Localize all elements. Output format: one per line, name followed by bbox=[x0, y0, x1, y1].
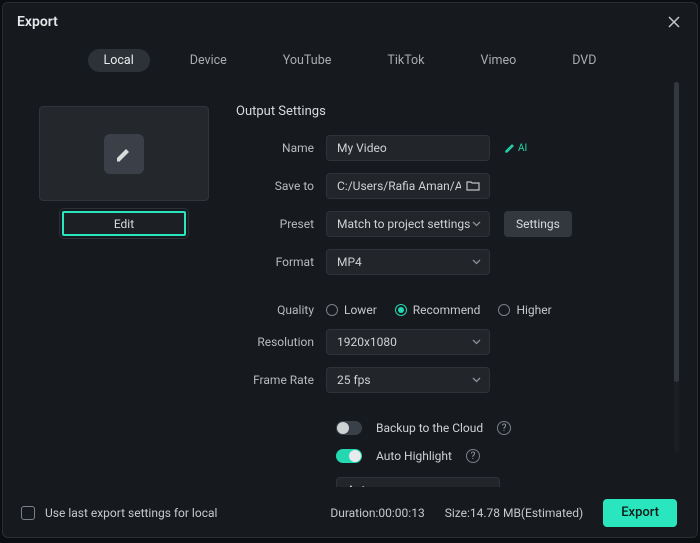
quality-label: Quality bbox=[236, 303, 326, 317]
framerate-label: Frame Rate bbox=[236, 373, 326, 387]
export-dialog: Export Local Device YouTube TikTok Vimeo… bbox=[2, 2, 698, 538]
ai-label: AI bbox=[518, 143, 527, 154]
saveto-label: Save to bbox=[236, 179, 326, 193]
left-panel: Edit bbox=[21, 82, 226, 487]
quality-lower-radio[interactable]: Lower bbox=[326, 303, 377, 317]
format-select[interactable]: MP4 bbox=[326, 249, 490, 275]
format-row: Format MP4 bbox=[236, 249, 671, 275]
format-value: MP4 bbox=[337, 255, 362, 269]
video-thumbnail[interactable] bbox=[39, 106, 209, 201]
tab-tiktok[interactable]: TikTok bbox=[371, 49, 440, 72]
quality-higher-label: Higher bbox=[516, 303, 551, 317]
quality-lower-label: Lower bbox=[344, 303, 377, 317]
preset-settings-button[interactable]: Settings bbox=[504, 211, 572, 237]
chevron-down-icon bbox=[472, 221, 481, 227]
chevron-down-icon bbox=[472, 339, 481, 345]
quality-recommend-radio[interactable]: Recommend bbox=[395, 303, 481, 317]
saveto-row: Save to C:/Users/Rafia Aman/AppData bbox=[236, 173, 671, 199]
radio-icon bbox=[326, 304, 338, 316]
footer-left: Use last export settings for local bbox=[21, 506, 217, 520]
chevron-down-icon bbox=[472, 377, 481, 383]
preset-value: Match to project settings bbox=[337, 217, 470, 231]
format-label: Format bbox=[236, 255, 326, 269]
preset-row: Preset Match to project settings Setting… bbox=[236, 211, 671, 237]
dialog-body: Edit Output Settings Name My Video AI Sa… bbox=[3, 82, 697, 487]
ai-pencil-icon bbox=[504, 142, 516, 154]
name-value: My Video bbox=[337, 141, 387, 155]
browse-folder-button[interactable] bbox=[465, 178, 481, 194]
scrollbar-thumb[interactable] bbox=[674, 82, 679, 382]
resolution-select[interactable]: 1920x1080 bbox=[326, 329, 490, 355]
name-label: Name bbox=[236, 141, 326, 155]
use-last-settings-label: Use last export settings for local bbox=[45, 506, 217, 520]
toggle-knob bbox=[349, 450, 361, 462]
titlebar: Export bbox=[3, 3, 697, 37]
saveto-value: C:/Users/Rafia Aman/AppData bbox=[337, 179, 461, 193]
resolution-row: Resolution 1920x1080 bbox=[236, 329, 671, 355]
duration-info: Duration:00:00:13 bbox=[330, 506, 424, 520]
quality-radios: Lower Recommend Higher bbox=[326, 303, 552, 317]
radio-icon bbox=[498, 304, 510, 316]
edit-button[interactable]: Edit bbox=[62, 211, 186, 236]
framerate-value: 25 fps bbox=[337, 373, 371, 387]
backup-toggle[interactable] bbox=[336, 421, 362, 435]
saveto-input[interactable]: C:/Users/Rafia Aman/AppData bbox=[326, 173, 490, 199]
autohighlight-help-button[interactable]: ? bbox=[466, 449, 480, 463]
toggle-knob bbox=[337, 422, 349, 434]
preset-select[interactable]: Match to project settings bbox=[326, 211, 490, 237]
tab-local[interactable]: Local bbox=[88, 49, 150, 72]
backup-help-button[interactable]: ? bbox=[497, 421, 511, 435]
autohighlight-row: Auto Highlight ? bbox=[236, 449, 671, 463]
framerate-row: Frame Rate 25 fps bbox=[236, 367, 671, 393]
export-button[interactable]: Export bbox=[603, 499, 677, 527]
auto-option-value: Auto bbox=[347, 483, 372, 487]
pencil-icon bbox=[114, 144, 134, 164]
quality-row: Quality Lower Recommend Higher bbox=[236, 303, 671, 317]
ai-button[interactable]: AI bbox=[504, 142, 527, 154]
tab-youtube[interactable]: YouTube bbox=[267, 49, 348, 72]
tab-vimeo[interactable]: Vimeo bbox=[465, 49, 533, 72]
use-last-settings-checkbox[interactable] bbox=[21, 506, 35, 520]
tab-dvd[interactable]: DVD bbox=[556, 49, 612, 72]
pencil-icon-container bbox=[104, 134, 144, 174]
tabs: Local Device YouTube TikTok Vimeo DVD bbox=[3, 37, 697, 82]
autohighlight-label: Auto Highlight bbox=[376, 449, 452, 463]
name-row: Name My Video AI bbox=[236, 135, 671, 161]
help-icon: ? bbox=[471, 451, 476, 462]
tab-device[interactable]: Device bbox=[174, 49, 243, 72]
radio-icon bbox=[395, 304, 407, 316]
section-title: Output Settings bbox=[236, 104, 671, 119]
autohighlight-toggle[interactable] bbox=[336, 449, 362, 463]
framerate-select[interactable]: 25 fps bbox=[326, 367, 490, 393]
folder-icon bbox=[466, 180, 480, 192]
resolution-label: Resolution bbox=[236, 335, 326, 349]
resolution-value: 1920x1080 bbox=[337, 335, 397, 349]
quality-higher-radio[interactable]: Higher bbox=[498, 303, 551, 317]
footer: Use last export settings for local Durat… bbox=[3, 487, 697, 537]
name-input[interactable]: My Video bbox=[326, 135, 490, 161]
close-icon bbox=[668, 16, 680, 28]
backup-row: Backup to the Cloud ? bbox=[236, 421, 671, 435]
chevron-down-icon bbox=[472, 259, 481, 265]
footer-right: Duration:00:00:13 Size:14.78 MB(Estimate… bbox=[330, 499, 677, 527]
close-button[interactable] bbox=[665, 13, 683, 31]
auto-option-row: Auto bbox=[236, 477, 671, 487]
preset-label: Preset bbox=[236, 217, 326, 231]
size-info: Size:14.78 MB(Estimated) bbox=[445, 506, 584, 520]
help-icon: ? bbox=[502, 423, 507, 434]
dialog-title: Export bbox=[17, 14, 58, 30]
auto-option-select[interactable]: Auto bbox=[336, 477, 500, 487]
scrollbar-track[interactable] bbox=[674, 82, 679, 452]
settings-panel: Output Settings Name My Video AI Save to… bbox=[226, 82, 679, 487]
quality-recommend-label: Recommend bbox=[413, 303, 481, 317]
backup-label: Backup to the Cloud bbox=[376, 421, 483, 435]
